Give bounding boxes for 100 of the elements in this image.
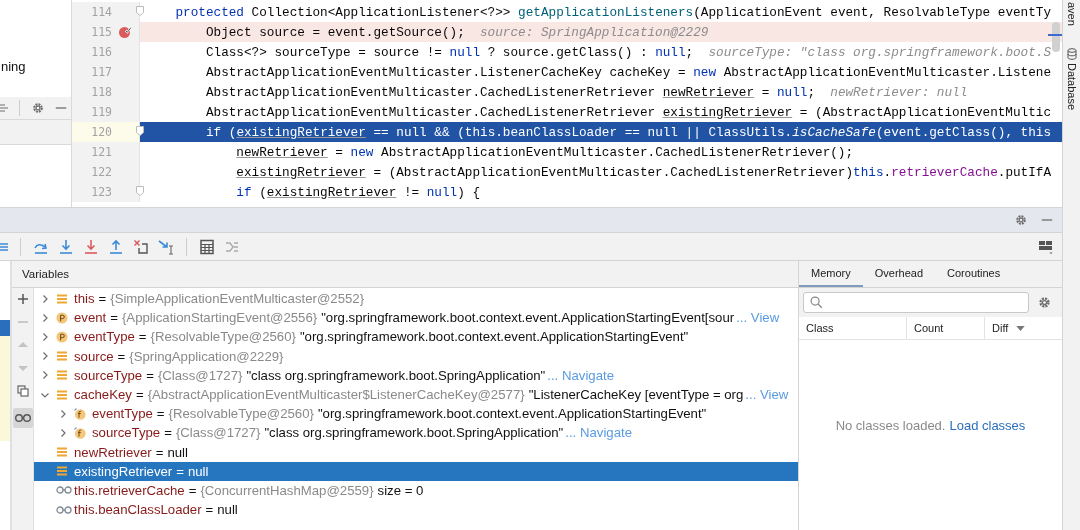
field-icon xyxy=(56,388,68,401)
variable-type: {ResolvableType@2560} xyxy=(168,406,314,422)
equals-sign: = xyxy=(98,291,107,307)
copy-icon[interactable] xyxy=(16,385,29,397)
variable-row[interactable]: newRetriever = null xyxy=(34,442,798,462)
variable-row[interactable]: this.retrieverCache = {ConcurrentHashMap@2559} size = 0 xyxy=(34,480,798,501)
variable-type: {SimpleApplicationEventMulticaster@2552} xyxy=(110,291,365,307)
variable-row[interactable]: cacheKey = {AbstractApplicationEventMulticaster$ListenerCacheKey@2577} "ListenerCacheKey [eventType = org... View xyxy=(34,384,798,405)
glasses-icon xyxy=(56,485,72,496)
column-header[interactable]: Count xyxy=(907,317,985,339)
variable-name: newRetriever xyxy=(74,444,152,460)
variable-name: source xyxy=(74,348,114,364)
variable-type: {SpringApplication@2229} xyxy=(129,348,284,364)
variable-value: null xyxy=(187,463,209,479)
variable-name: sourceType xyxy=(92,425,161,441)
field-icon xyxy=(56,446,68,459)
force-step-into-icon[interactable] xyxy=(83,238,99,255)
variable-type: {ResolvableType@2560} xyxy=(150,329,296,345)
variable-row[interactable]: eventType = {ResolvableType@2560} "org.springframework.boot.context.event.ApplicationStartingEvent" xyxy=(34,327,798,347)
settings-icon[interactable] xyxy=(1014,213,1028,227)
settings-icon[interactable] xyxy=(31,101,45,115)
line-number: 122 xyxy=(90,165,112,179)
load-classes-link[interactable]: Load classes xyxy=(949,417,1026,433)
final-field-icon xyxy=(74,407,86,420)
line-number: 118 xyxy=(90,85,112,99)
tool-window-label[interactable]: aven xyxy=(1065,2,1078,26)
variable-row[interactable]: sourceType = {Class@1727} "class org.springframework.boot.SpringApplication"... Navigate xyxy=(34,365,798,385)
column-header[interactable]: Diff xyxy=(985,317,1026,339)
breakpoint-icon[interactable] xyxy=(118,25,132,39)
drop-frame-icon[interactable] xyxy=(133,238,149,255)
variable-value: "org.springframework.boot.context.event.ApplicationStartingEvent" xyxy=(317,406,707,422)
variable-row[interactable]: event = {ApplicationStartingEvent@2556} "org.springframework.boot.context.event.ApplicationStartingEvent[sour... View xyxy=(34,308,798,328)
caret-icon xyxy=(1016,325,1026,331)
line-number: 116 xyxy=(90,45,112,59)
parameter-icon xyxy=(56,311,68,324)
project-item[interactable]: ning xyxy=(1,59,26,74)
variable-type: {Class@1727} xyxy=(157,367,243,383)
variable-type: {AbstractApplicationEventMulticaster$ListenerCacheKey@2577} xyxy=(147,387,525,403)
variable-name: existingRetriever xyxy=(74,463,173,479)
variable-name: this.beanClassLoader xyxy=(74,502,202,518)
equals-sign: = xyxy=(205,502,214,518)
glasses-icon xyxy=(56,504,72,515)
variable-row[interactable]: sourceType = {Class@1727} "class org.springframework.boot.SpringApplication"... Navigate xyxy=(34,423,798,443)
glasses-icon[interactable] xyxy=(12,408,33,428)
variable-name: this.retrieverCache xyxy=(74,482,185,498)
equals-sign: = xyxy=(156,406,165,422)
empty-message: No classes loaded. xyxy=(835,417,946,433)
fold-marker-icon[interactable] xyxy=(136,6,144,16)
line-number: 119 xyxy=(90,105,112,119)
line-number: 114 xyxy=(90,5,112,19)
final-field-icon xyxy=(74,426,86,439)
variable-value: "class org.springframework.boot.SpringApplication" xyxy=(264,425,564,441)
column-header[interactable]: Class xyxy=(799,317,907,339)
plus-icon[interactable] xyxy=(16,293,29,305)
layout-icon[interactable] xyxy=(1038,238,1054,255)
scrollbar-thumb[interactable] xyxy=(1052,22,1060,52)
variable-name: this xyxy=(74,291,95,307)
search-field[interactable] xyxy=(803,292,1029,313)
code-line: protected Collection<ApplicationListener<?>> getApplicationListeners(ApplicationEvent event, ResolvableType eventTy xyxy=(140,2,1062,22)
variable-row[interactable]: eventType = {ResolvableType@2560} "org.springframework.boot.context.event.ApplicationStartingEvent" xyxy=(34,404,798,424)
variable-name: eventType xyxy=(74,329,135,345)
equals-sign: = xyxy=(188,482,197,498)
field-icon xyxy=(56,369,68,382)
search-icon xyxy=(810,296,823,309)
equals-sign: = xyxy=(146,367,154,383)
run-to-cursor-icon[interactable] xyxy=(158,238,174,255)
field-icon xyxy=(56,350,68,363)
equals-sign: = xyxy=(164,425,172,441)
fold-marker-icon[interactable] xyxy=(136,126,144,136)
settings-icon[interactable] xyxy=(1037,295,1052,310)
variable-type: {Class@1727} xyxy=(175,425,261,441)
variable-value: "ListenerCacheKey [eventType = org xyxy=(528,387,744,403)
variable-row[interactable]: source = {SpringApplication@2229} xyxy=(34,346,798,366)
variable-value: "org.springframework.boot.context.event.ApplicationStartingEvent" xyxy=(299,329,689,345)
variable-type: {ConcurrentHashMap@2559} xyxy=(200,482,374,498)
equals-sign: = xyxy=(138,329,147,345)
code-line: newRetriever = new AbstractApplicationEventMulticaster.CachedListenerRetriever(); xyxy=(235,143,855,162)
variable-row[interactable]: existingRetriever = null xyxy=(34,461,798,481)
field-icon xyxy=(56,292,68,305)
variable-row[interactable]: this = {SimpleApplicationEventMulticaster@2552} xyxy=(34,289,798,309)
code-line: if (existingRetriever != null) { xyxy=(140,182,1062,202)
field-icon xyxy=(56,465,68,478)
equals-sign: = xyxy=(155,444,164,460)
code-line: AbstractApplicationEventMulticaster.ListenerCacheKey cacheKey = new AbstractApplicationEventMulticaster.Listene xyxy=(204,63,1053,82)
step-out-icon[interactable] xyxy=(108,238,124,255)
variable-name: cacheKey xyxy=(74,387,132,403)
code-line: AbstractApplicationEventMulticaster.CachedListenerRetriever newRetriever = null; newRetriever: null xyxy=(204,83,969,102)
variable-type: {ApplicationStartingEvent@2556} xyxy=(121,310,318,326)
database-icon xyxy=(1066,47,1077,60)
error-stripe-mark xyxy=(1048,34,1062,36)
tool-window-label[interactable]: Database xyxy=(1065,62,1078,110)
line-number: 123 xyxy=(90,185,112,199)
calculator-icon[interactable] xyxy=(199,238,215,255)
step-into-icon[interactable] xyxy=(58,238,74,255)
fold-marker-icon[interactable] xyxy=(136,186,144,196)
tab[interactable]: Overhead xyxy=(862,261,936,287)
tab[interactable]: Coroutines xyxy=(935,261,1013,287)
variable-name: sourceType xyxy=(74,367,143,383)
variable-row[interactable]: this.beanClassLoader = null xyxy=(34,500,798,520)
line-number: 120 xyxy=(90,125,112,139)
